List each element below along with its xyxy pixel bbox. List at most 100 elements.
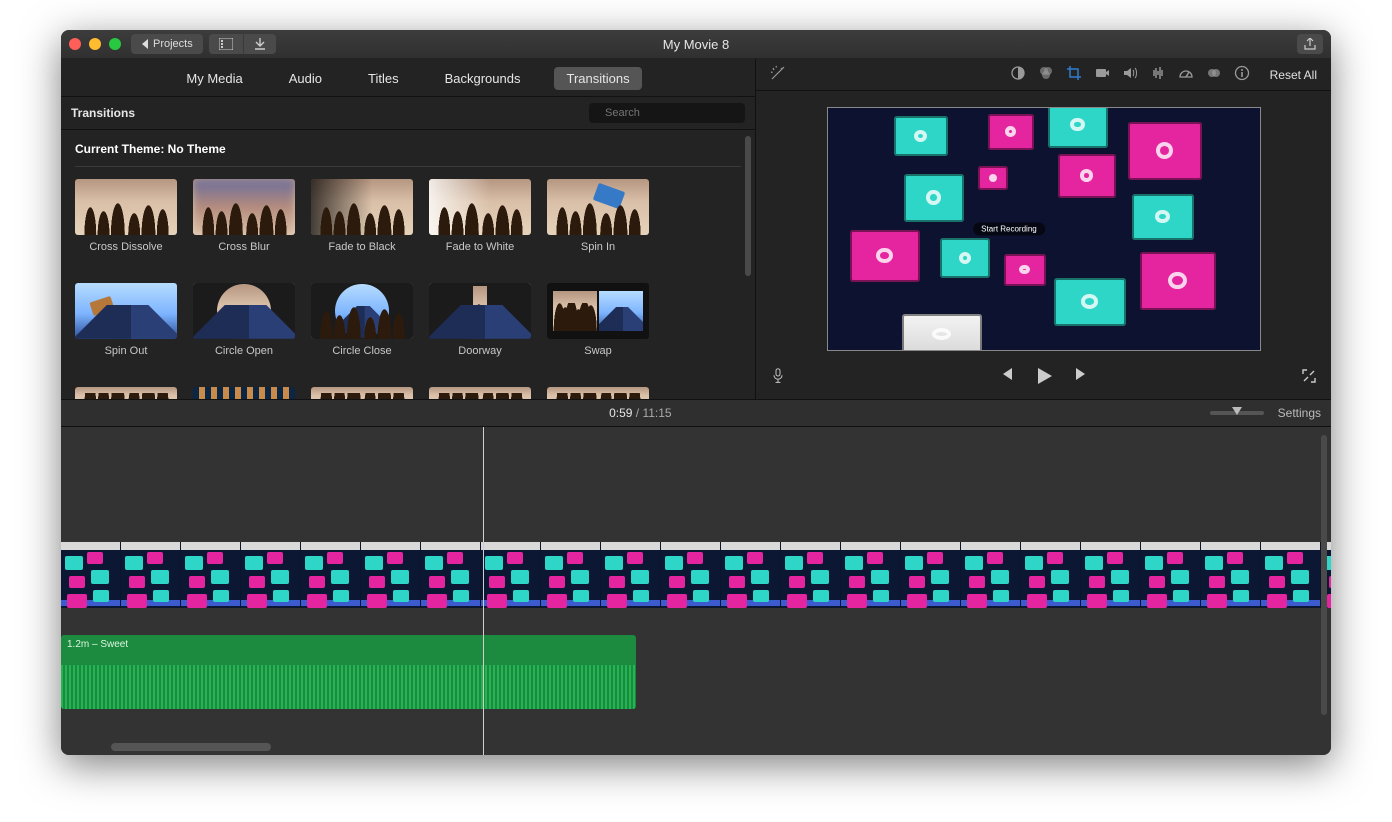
- transition-thumb: [311, 179, 413, 235]
- timeline-clip[interactable]: [1021, 542, 1081, 608]
- back-to-projects-label: Projects: [153, 38, 193, 50]
- transition-label: Doorway: [429, 345, 531, 357]
- audio-clip-label: 1.2m – Sweet: [61, 635, 636, 654]
- transition-item-partial[interactable]: [75, 387, 177, 399]
- minimize-window-icon[interactable]: [89, 38, 101, 50]
- import-media-button[interactable]: [243, 34, 276, 54]
- timeline-clip[interactable]: [361, 542, 421, 608]
- timeline-settings-button[interactable]: Settings: [1278, 406, 1321, 420]
- timeline-clip[interactable]: [661, 542, 721, 608]
- tab-audio[interactable]: Audio: [277, 67, 334, 90]
- info-icon[interactable]: [1234, 65, 1250, 84]
- crop-icon[interactable]: [1066, 65, 1082, 84]
- audio-waveform: [61, 665, 636, 709]
- clip-filter-icon[interactable]: [1206, 65, 1222, 84]
- media-browser: My Media Audio Titles Backgrounds Transi…: [61, 59, 756, 399]
- timeline[interactable]: 1.2m – Sweet: [61, 427, 1331, 755]
- timeline-clip[interactable]: [121, 542, 181, 608]
- window-controls: [69, 38, 121, 50]
- timeline-clip[interactable]: [241, 542, 301, 608]
- voiceover-mic-icon[interactable]: [770, 368, 786, 387]
- transition-item-doorway[interactable]: Doorway: [429, 283, 531, 357]
- browser-panel-title: Transitions: [71, 106, 135, 120]
- library-list-button[interactable]: [209, 34, 243, 54]
- share-button[interactable]: [1297, 34, 1323, 54]
- transition-item-partial[interactable]: [547, 387, 649, 399]
- timeline-vertical-scrollbar[interactable]: [1321, 435, 1327, 735]
- back-to-projects-button[interactable]: Projects: [131, 34, 203, 54]
- timeline-clip[interactable]: [841, 542, 901, 608]
- video-track[interactable]: [61, 542, 1331, 616]
- timeline-clip[interactable]: [61, 542, 121, 608]
- browser-scrollbar[interactable]: [745, 136, 751, 399]
- tab-transitions[interactable]: Transitions: [554, 67, 641, 90]
- transition-item-partial[interactable]: [193, 387, 295, 399]
- transition-label: Fade to Black: [311, 241, 413, 253]
- timeline-clip[interactable]: [1261, 542, 1321, 608]
- transition-item-partial[interactable]: [429, 387, 531, 399]
- preview-canvas[interactable]: Start Recording: [827, 107, 1261, 351]
- timeline-clip[interactable]: [1141, 542, 1201, 608]
- timeline-clip[interactable]: [961, 542, 1021, 608]
- transitions-grid: Cross Dissolve Cross Blur Fade to Black: [75, 179, 741, 399]
- timeline-horizontal-scrollbar[interactable]: [71, 743, 1321, 751]
- transition-item-spin-out[interactable]: Spin Out: [75, 283, 177, 357]
- enhance-wand-icon[interactable]: [770, 65, 786, 84]
- timeline-clip[interactable]: [721, 542, 781, 608]
- tab-my-media[interactable]: My Media: [174, 67, 254, 90]
- close-window-icon[interactable]: [69, 38, 81, 50]
- transition-label: Circle Open: [193, 345, 295, 357]
- titlebar: Projects My Movie 8: [61, 30, 1331, 59]
- projects-button-group: Projects: [131, 34, 203, 54]
- timeline-zoom-slider[interactable]: [1210, 411, 1264, 415]
- transition-item-circle-close[interactable]: Circle Close: [311, 283, 413, 357]
- transition-item-fade-to-black[interactable]: Fade to Black: [311, 179, 413, 253]
- transition-item-partial[interactable]: [311, 387, 413, 399]
- timeline-clip[interactable]: [181, 542, 241, 608]
- app-window: Projects My Movie 8 My Media Audio Title…: [61, 30, 1331, 755]
- transition-item-fade-to-white[interactable]: Fade to White: [429, 179, 531, 253]
- transition-thumb: [429, 179, 531, 235]
- timeline-clip[interactable]: [1081, 542, 1141, 608]
- timeline-clip[interactable]: [781, 542, 841, 608]
- viewer-controls: [756, 358, 1331, 399]
- audio-clip[interactable]: 1.2m – Sweet: [61, 635, 636, 709]
- transition-item-cross-blur[interactable]: Cross Blur: [193, 179, 295, 253]
- search-field[interactable]: [589, 103, 745, 123]
- filmstrip-icon: [219, 38, 233, 50]
- tab-titles[interactable]: Titles: [356, 67, 411, 90]
- timeline-clip[interactable]: [541, 542, 601, 608]
- search-input[interactable]: [603, 106, 749, 120]
- transition-item-circle-open[interactable]: Circle Open: [193, 283, 295, 357]
- transition-label: Spin In: [547, 241, 649, 253]
- timeline-clip[interactable]: [481, 542, 541, 608]
- preview-pane: Reset All: [756, 59, 1331, 399]
- reset-all-button[interactable]: Reset All: [1270, 68, 1317, 82]
- timeline-clip[interactable]: [301, 542, 361, 608]
- transition-item-cross-dissolve[interactable]: Cross Dissolve: [75, 179, 177, 253]
- noise-reduction-icon[interactable]: [1150, 65, 1166, 84]
- timeline-clip[interactable]: [421, 542, 481, 608]
- speed-icon[interactable]: [1178, 65, 1194, 84]
- skip-forward-icon[interactable]: [1074, 366, 1090, 389]
- color-balance-icon[interactable]: [1010, 65, 1026, 84]
- tab-backgrounds[interactable]: Backgrounds: [433, 67, 533, 90]
- color-correction-icon[interactable]: [1038, 65, 1054, 84]
- transition-thumb: [75, 283, 177, 339]
- timeline-clip[interactable]: [1201, 542, 1261, 608]
- timeline-clip[interactable]: [601, 542, 661, 608]
- skip-back-icon[interactable]: [998, 366, 1014, 389]
- transition-item-swap[interactable]: Swap: [547, 283, 649, 357]
- transition-thumb: [547, 387, 649, 399]
- stabilization-icon[interactable]: [1094, 65, 1110, 84]
- fullscreen-icon[interactable]: [1301, 368, 1317, 387]
- volume-icon[interactable]: [1122, 65, 1138, 84]
- playhead[interactable]: [483, 427, 484, 755]
- transition-thumb: [193, 283, 295, 339]
- play-icon[interactable]: [1034, 366, 1054, 389]
- adjust-toolbar: Reset All: [756, 59, 1331, 91]
- chevron-left-icon: [141, 39, 149, 49]
- zoom-window-icon[interactable]: [109, 38, 121, 50]
- transition-item-spin-in[interactable]: Spin In: [547, 179, 649, 253]
- timeline-clip[interactable]: [901, 542, 961, 608]
